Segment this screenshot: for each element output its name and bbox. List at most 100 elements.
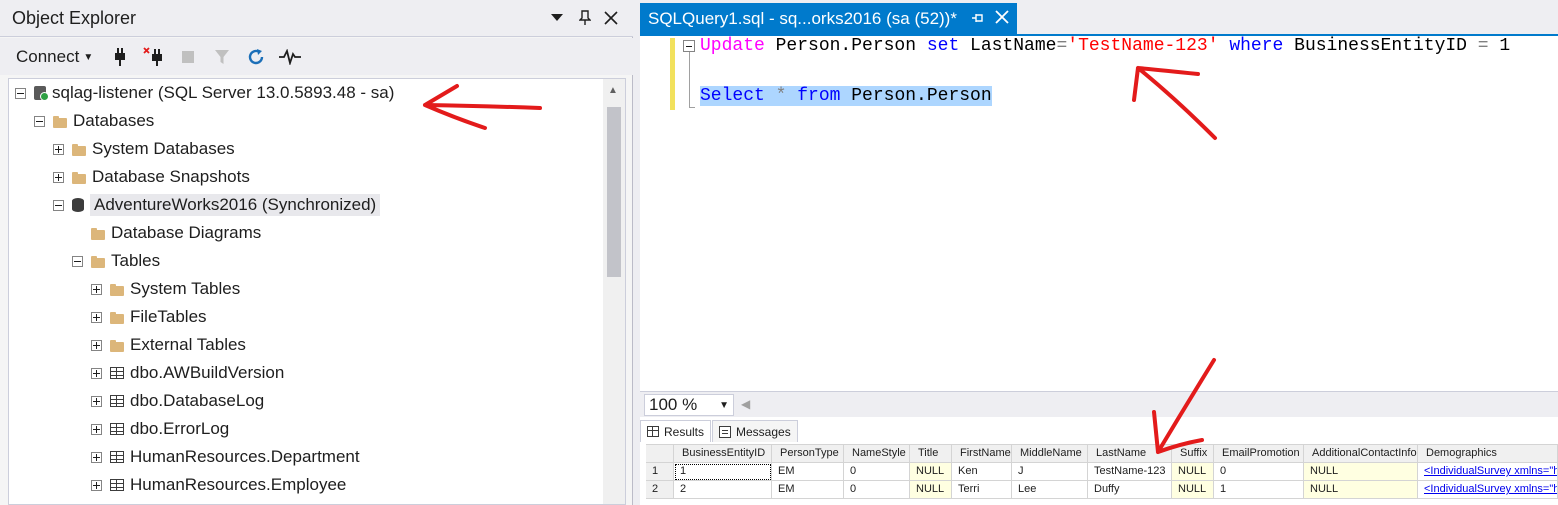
connect-label: Connect xyxy=(16,47,80,66)
tree-node[interactable]: HumanResources.Employee xyxy=(91,472,346,498)
tree-node[interactable]: Database Diagrams xyxy=(72,220,261,246)
column-header[interactable]: PersonType xyxy=(772,445,844,463)
grid-cell[interactable]: NULL xyxy=(910,463,952,481)
grid-cell[interactable]: NULL xyxy=(1304,463,1418,481)
grid-cell[interactable]: NULL xyxy=(1172,463,1214,481)
grid-cell[interactable]: Terri xyxy=(952,481,1012,499)
column-header[interactable]: LastName xyxy=(1088,445,1172,463)
grid-cell[interactable]: 0 xyxy=(1214,463,1304,481)
pin-icon[interactable] xyxy=(971,11,985,27)
tree-node[interactable]: External Tables xyxy=(91,332,246,358)
grid-cell[interactable]: Ken xyxy=(952,463,1012,481)
tree-node[interactable]: Database Snapshots xyxy=(53,164,250,190)
tab-sqlquery1[interactable]: SQLQuery1.sql - sq...orks2016 (sa (52))* xyxy=(640,3,1017,34)
column-header[interactable]: MiddleName xyxy=(1012,445,1088,463)
row-number[interactable]: 1 xyxy=(646,463,674,481)
row-number[interactable]: 2 xyxy=(646,481,674,499)
tree-node[interactable]: sqlag-listener (SQL Server 13.0.5893.48 … xyxy=(15,80,394,106)
column-header[interactable]: NameStyle xyxy=(844,445,910,463)
expand-icon[interactable] xyxy=(91,451,102,463)
tree-node[interactable]: AdventureWorks2016 (Synchronized) xyxy=(53,192,381,218)
grid-cell[interactable]: NULL xyxy=(1172,481,1214,499)
column-header[interactable]: FirstName xyxy=(952,445,1012,463)
expand-icon[interactable] xyxy=(91,283,102,295)
column-header[interactable]: Demographics xyxy=(1418,445,1558,463)
folder-icon xyxy=(110,339,124,352)
tree-node[interactable]: System Tables xyxy=(91,276,240,302)
tree-node[interactable]: Tables xyxy=(72,248,160,274)
tab-results[interactable]: Results xyxy=(640,420,712,442)
expand-icon[interactable] xyxy=(91,367,102,379)
collapse-icon[interactable] xyxy=(53,199,64,211)
grid-cell[interactable]: <IndividualSurvey xmlns="ht xyxy=(1418,481,1558,499)
grid-cell[interactable]: J xyxy=(1012,463,1088,481)
tree-node[interactable]: FileTables xyxy=(91,304,207,330)
grid-cell[interactable]: 1 xyxy=(674,463,772,481)
close-icon[interactable] xyxy=(995,8,1009,29)
tab-messages[interactable]: Messages xyxy=(712,420,798,442)
stop-icon xyxy=(176,46,200,68)
grid-cell[interactable]: 2 xyxy=(674,481,772,499)
close-icon[interactable] xyxy=(600,6,622,30)
scroll-left-icon[interactable]: ◀ xyxy=(741,397,750,411)
grid-cell[interactable]: NULL xyxy=(1304,481,1418,499)
tree-node-label: External Tables xyxy=(130,335,246,354)
grid-cell[interactable]: <IndividualSurvey xmlns="ht xyxy=(1418,463,1558,481)
grid-corner[interactable] xyxy=(646,445,674,463)
code-line-3[interactable]: Select * from Person.Person xyxy=(700,86,992,106)
xml-link[interactable]: <IndividualSurvey xmlns="ht xyxy=(1424,465,1557,477)
xml-link[interactable]: <IndividualSurvey xmlns="ht xyxy=(1424,483,1557,495)
table-row[interactable]: 2 2 EM 0 NULL Terri Lee Duffy NULL 1 NULL <Individu… xyxy=(646,481,1558,499)
expand-icon[interactable] xyxy=(91,423,102,435)
collapse-region-icon[interactable] xyxy=(683,40,695,52)
collapse-icon[interactable] xyxy=(15,87,26,99)
scroll-up-icon[interactable]: ▲ xyxy=(608,85,618,96)
expand-icon[interactable] xyxy=(91,395,102,407)
sql-editor[interactable]: Update Person.Person set LastName='TestN… xyxy=(640,36,1558,391)
tab-messages-label: Messages xyxy=(736,424,791,439)
tree-node[interactable]: dbo.ErrorLog xyxy=(91,416,229,442)
disconnect-icon[interactable] xyxy=(142,46,166,68)
expand-icon[interactable] xyxy=(53,171,64,183)
grid-cell[interactable]: EM xyxy=(772,481,844,499)
grid-cell[interactable]: 0 xyxy=(844,481,910,499)
expand-icon[interactable] xyxy=(91,479,102,491)
grid-header-row[interactable]: BusinessEntityID PersonType NameStyle Title… xyxy=(646,445,1558,463)
column-header[interactable]: BusinessEntityID xyxy=(674,445,772,463)
connect-plug-icon[interactable] xyxy=(108,46,132,68)
table-row[interactable]: 1 1 EM 0 NULL Ken J TestName-123 NULL 0 NULL <Indiv… xyxy=(646,463,1558,481)
column-header[interactable]: EmailPromotion xyxy=(1214,445,1304,463)
tab-title: SQLQuery1.sql - sq...orks2016 (sa (52))* xyxy=(648,8,957,28)
expand-icon[interactable] xyxy=(91,311,102,323)
results-grid[interactable]: BusinessEntityID PersonType NameStyle Title… xyxy=(646,444,1558,505)
zoom-select[interactable]: 100 % ▼ xyxy=(644,394,734,416)
tree-node[interactable]: dbo.AWBuildVersion xyxy=(91,360,284,386)
tree-node-label: FileTables xyxy=(130,307,207,326)
grid-cell[interactable]: 0 xyxy=(844,463,910,481)
collapse-icon[interactable] xyxy=(34,115,45,127)
collapse-icon[interactable] xyxy=(72,255,83,267)
column-header[interactable]: Title xyxy=(910,445,952,463)
expand-icon[interactable] xyxy=(53,143,64,155)
column-header[interactable]: AdditionalContactInfo xyxy=(1304,445,1418,463)
refresh-icon[interactable] xyxy=(244,46,268,68)
grid-cell[interactable]: EM xyxy=(772,463,844,481)
tree-node[interactable]: dbo.DatabaseLog xyxy=(91,388,264,414)
activity-monitor-icon[interactable] xyxy=(278,46,302,68)
code-line-1[interactable]: Update Person.Person set LastName='TestN… xyxy=(700,36,1510,56)
grid-cell[interactable]: Lee xyxy=(1012,481,1088,499)
grid-cell[interactable]: Duffy xyxy=(1088,481,1172,499)
tree-node[interactable]: System Databases xyxy=(53,136,235,162)
pin-icon[interactable] xyxy=(574,6,596,30)
connect-button[interactable]: Connect ▼ xyxy=(10,45,99,69)
tree-node[interactable]: HumanResources.Department xyxy=(91,444,360,470)
grid-cell[interactable]: NULL xyxy=(910,481,952,499)
scrollbar-thumb[interactable] xyxy=(607,107,621,277)
tree-node[interactable]: Databases xyxy=(34,108,154,134)
grid-cell[interactable]: TestName-123 xyxy=(1088,463,1172,481)
expand-icon[interactable] xyxy=(91,339,102,351)
vertical-scrollbar[interactable]: ▲ xyxy=(603,79,625,504)
window-position-dropdown-icon[interactable] xyxy=(546,6,568,30)
grid-cell[interactable]: 1 xyxy=(1214,481,1304,499)
column-header[interactable]: Suffix xyxy=(1172,445,1214,463)
